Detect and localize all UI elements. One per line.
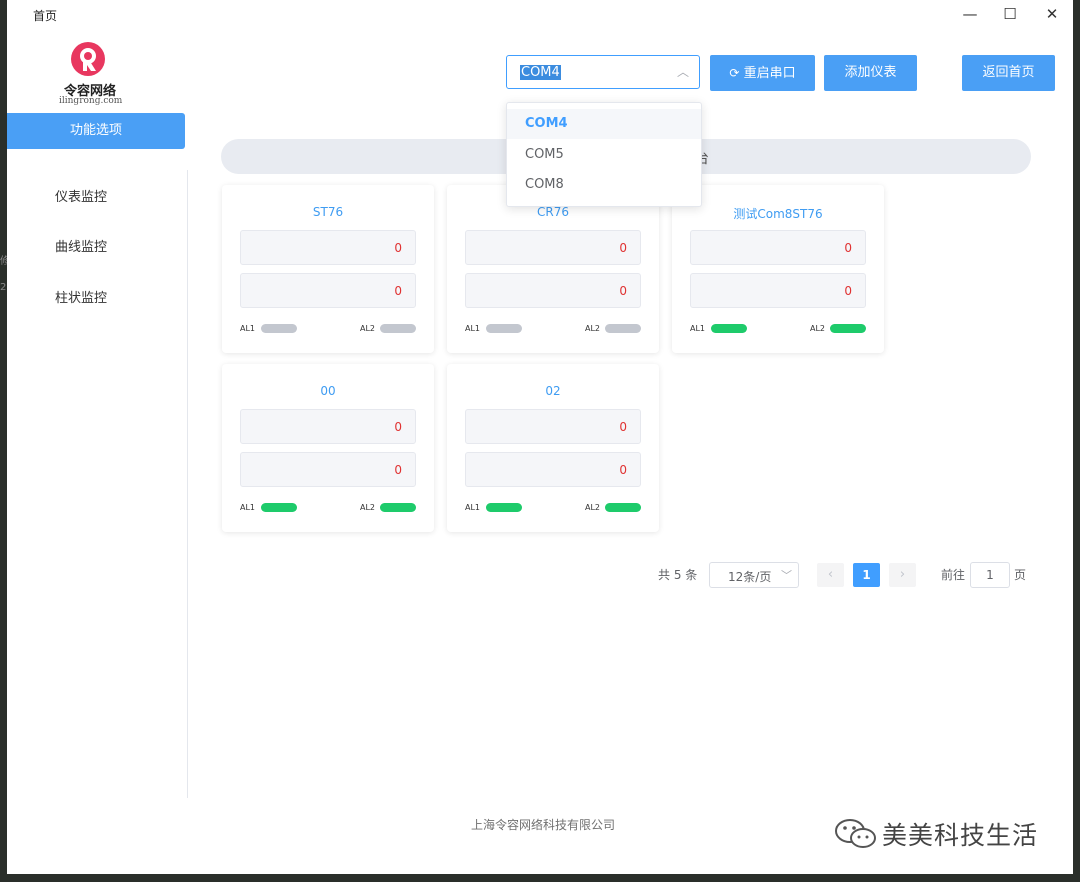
sidebar-item-bar-monitor[interactable]: 柱状监控 — [55, 287, 107, 306]
card-title: 00 — [320, 384, 336, 398]
value-box: 0 — [240, 452, 416, 487]
al1-label: AL1 — [240, 324, 256, 333]
dropdown-option-com5[interactable]: COM5 — [507, 140, 701, 170]
prev-page-button[interactable]: ‹ — [817, 563, 844, 587]
al2-indicator — [380, 503, 416, 512]
sidebar-divider — [187, 170, 188, 798]
logo-icon — [71, 42, 105, 76]
al2-label: AL2 — [360, 503, 376, 512]
value-box: 0 — [240, 273, 416, 308]
al2-indicator — [830, 324, 866, 333]
al2-indicator — [605, 324, 641, 333]
goto-page-input[interactable]: 1 — [970, 562, 1010, 588]
gauge-card[interactable]: 02 0 0 AL1 AL2 — [447, 364, 659, 532]
dropdown-option-com4[interactable]: COM4 — [507, 109, 701, 139]
com-port-dropdown: COM4 COM5 COM8 — [506, 102, 702, 207]
dropdown-option-com8[interactable]: COM8 — [507, 170, 701, 200]
gauge-card[interactable]: CR76 0 0 AL1 AL2 — [447, 185, 659, 353]
al2-indicator — [605, 503, 641, 512]
logo-url: ilingrong.com — [59, 96, 123, 106]
value-box: 0 — [690, 273, 866, 308]
value-text: 0 — [394, 284, 402, 298]
value-box: 0 — [240, 230, 416, 265]
value-box: 0 — [465, 273, 641, 308]
value-text: 0 — [844, 241, 852, 255]
watermark-text: 美美科技生活 — [882, 821, 1039, 850]
value-text: 0 — [619, 241, 627, 255]
com-port-value: COM4 — [520, 65, 561, 80]
al1-indicator — [486, 503, 522, 512]
add-gauge-button[interactable]: 添加仪表 — [824, 55, 917, 91]
card-title: ST76 — [312, 205, 344, 219]
value-box: 0 — [465, 452, 641, 487]
chevron-down-icon: ﹀ — [781, 569, 792, 582]
value-text: 0 — [619, 284, 627, 298]
al1-label: AL1 — [465, 324, 481, 333]
card-title: 02 — [545, 384, 561, 398]
value-text: 0 — [394, 241, 402, 255]
restart-port-button[interactable]: ⟳ 重启串口 — [710, 55, 815, 91]
al1-label: AL1 — [240, 503, 256, 512]
window-title: 首页 — [33, 9, 58, 23]
gauge-card[interactable]: 00 0 0 AL1 AL2 — [222, 364, 434, 532]
title-bar: 首页 — ☐ ✕ — [7, 0, 1073, 28]
refresh-icon: ⟳ — [729, 66, 740, 80]
page-size-select[interactable]: 12条/页 ﹀ — [709, 562, 799, 588]
al1-indicator — [261, 324, 297, 333]
al2-label: AL2 — [585, 503, 601, 512]
al2-label: AL2 — [810, 324, 826, 333]
close-button[interactable]: ✕ — [1037, 4, 1067, 24]
page-number-current[interactable]: 1 — [853, 563, 880, 587]
gauge-card[interactable]: ST76 0 0 AL1 AL2 — [222, 185, 434, 353]
value-box: 0 — [465, 230, 641, 265]
page-size-value: 12条/页 — [728, 570, 772, 584]
chevron-up-icon: ︿ — [676, 65, 689, 79]
value-box: 0 — [690, 230, 866, 265]
al1-label: AL1 — [690, 324, 706, 333]
value-text: 0 — [844, 284, 852, 298]
maximize-button[interactable]: ☐ — [995, 4, 1025, 24]
al1-indicator — [486, 324, 522, 333]
al2-label: AL2 — [360, 324, 376, 333]
card-title: CR76 — [537, 205, 569, 219]
value-text: 0 — [619, 420, 627, 434]
value-text: 0 — [619, 463, 627, 477]
wechat-icon — [835, 819, 876, 848]
sidebar-item-curve-monitor[interactable]: 曲线监控 — [55, 236, 107, 255]
restart-port-label: 重启串口 — [743, 66, 796, 81]
app-window: 首页 — ☐ ✕ 令容网络 ilingrong.com 功能选项 仪表监控 曲线… — [7, 0, 1073, 874]
card-title: 测试Com8ST76 — [733, 207, 823, 221]
al1-indicator — [261, 503, 297, 512]
watermark: 美美科技生活 — [826, 814, 1080, 854]
value-box: 0 — [240, 409, 416, 444]
al2-label: AL2 — [585, 324, 601, 333]
value-text: 0 — [394, 463, 402, 477]
page-unit-label: 页 — [1014, 568, 1027, 582]
minimize-button[interactable]: — — [955, 4, 985, 24]
gauge-card[interactable]: 测试Com8ST76 0 0 AL1 AL2 — [672, 185, 884, 353]
com-port-select[interactable]: COM4 ︿ — [506, 55, 700, 89]
al1-label: AL1 — [465, 503, 481, 512]
next-page-button[interactable]: › — [889, 563, 916, 587]
value-text: 0 — [394, 420, 402, 434]
value-box: 0 — [465, 409, 641, 444]
al2-indicator — [380, 324, 416, 333]
al1-indicator — [711, 324, 747, 333]
back-home-button[interactable]: 返回首页 — [962, 55, 1055, 91]
goto-label: 前往 — [941, 568, 966, 582]
pagination-total: 共 5 条 — [658, 568, 698, 582]
sidebar-item-gauge-monitor[interactable]: 仪表监控 — [55, 186, 107, 205]
function-options-header[interactable]: 功能选项 — [7, 113, 185, 149]
